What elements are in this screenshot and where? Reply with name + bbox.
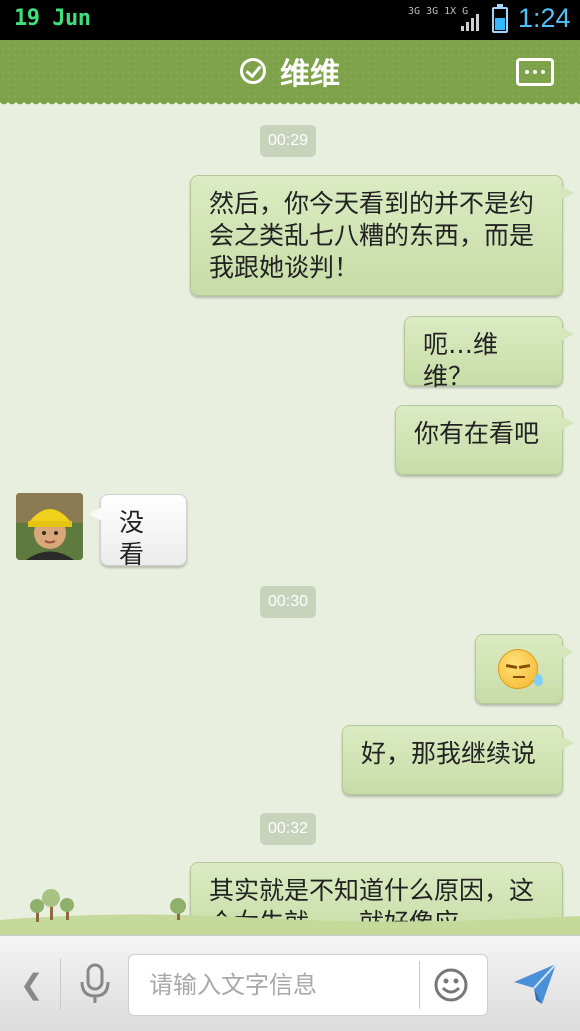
microphone-icon[interactable] (78, 962, 112, 1006)
signal-icon (461, 14, 479, 31)
send-arrow-icon[interactable] (512, 962, 558, 1006)
message-text: 然后，你今天看到的并不是约会之类乱七八糟的东西，而是我跟她谈判！ (209, 189, 535, 282)
message-text: 你有在看吧 (414, 419, 540, 448)
timestamp: 00:30 (260, 586, 317, 618)
message-text-input[interactable] (129, 955, 419, 1015)
check-circle-icon (240, 58, 266, 84)
status-time: 1:24 (518, 3, 571, 33)
sweat-face-emoji-icon (498, 649, 543, 689)
message-bubble-outgoing[interactable]: 好，那我继续说 (342, 725, 574, 795)
chevron-left-icon[interactable]: ❮ (20, 968, 43, 1001)
divider (60, 958, 61, 1010)
message-input[interactable] (128, 954, 488, 1016)
message-text: 呃…维维？ (423, 330, 499, 391)
chat-header: 维维 (0, 40, 580, 102)
input-bar: ❮ (0, 935, 580, 1031)
smiley-icon[interactable] (433, 967, 469, 1003)
message-bubble-outgoing[interactable]: 然后，你今天看到的并不是约会之类乱七八糟的东西，而是我跟她谈判！ (190, 175, 574, 296)
more-dots-icon[interactable] (516, 58, 554, 86)
message-bubble-incoming[interactable]: 没看 (89, 494, 187, 569)
chat-title: 维维 (280, 57, 340, 92)
message-bubble-outgoing[interactable]: 呃…维维？ (404, 316, 574, 391)
battery-icon (492, 4, 508, 33)
timestamp: 00:29 (260, 125, 317, 157)
message-text: 没看 (119, 508, 145, 569)
divider (419, 961, 420, 1009)
status-bar: 19 Jun 3G 3G 1X G 1:24 (0, 0, 580, 40)
message-text: 好，那我继续说 (361, 739, 537, 768)
header-scalloped-edge (0, 100, 580, 108)
landscape-decoration (0, 889, 580, 936)
timestamp: 00:32 (260, 813, 317, 845)
contact-photo (16, 493, 83, 560)
message-bubble-outgoing[interactable]: 你有在看吧 (395, 405, 574, 475)
avatar[interactable] (16, 493, 83, 560)
status-date: 19 Jun (14, 6, 91, 31)
message-bubble-outgoing[interactable] (475, 634, 574, 704)
